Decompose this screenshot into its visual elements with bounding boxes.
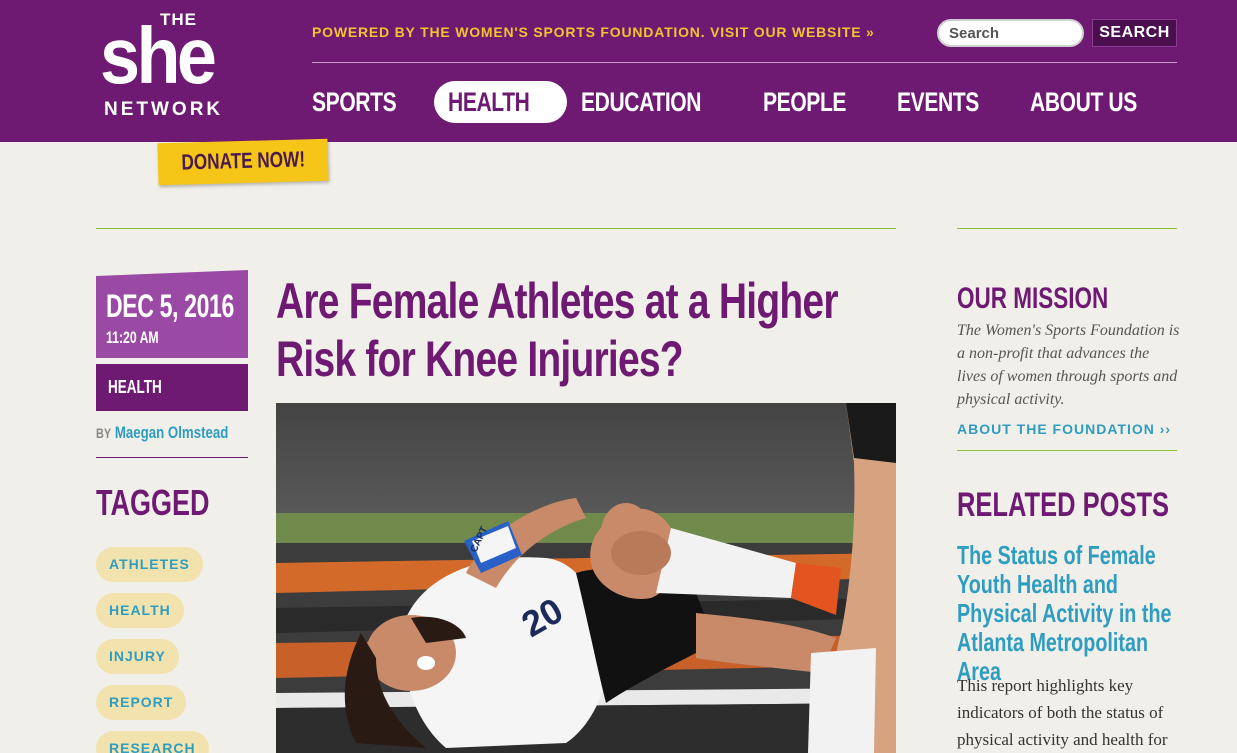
category-badge[interactable]: HEALTH	[96, 364, 248, 411]
donate-label: DONATE NOW!	[180, 146, 306, 175]
article-title: Are Female Athletes at a Higher Risk for…	[276, 273, 839, 387]
mission-text: The Women's Sports Foundation is a non-p…	[957, 322, 1180, 408]
main-nav: SPORTS HEALTH EDUCATION PEOPLE EVENTS AB…	[298, 80, 1181, 124]
post-time: 11:20 AM	[106, 328, 159, 347]
nav-about-us-label: ABOUT US	[1030, 87, 1137, 117]
nav-education-label: EDUCATION	[580, 87, 702, 117]
tagged-heading: TAGGED	[96, 482, 210, 523]
post-date: DEC 5, 2016	[106, 288, 234, 324]
related-post-title[interactable]: The Status of Female Youth Health and Ph…	[957, 541, 1177, 686]
tag-injury[interactable]: INJURY	[96, 639, 179, 674]
tag-athletes[interactable]: ATHLETES	[96, 547, 203, 582]
article-hero-image: 20 CAPT	[276, 403, 896, 753]
nav-events-label: EVENTS	[897, 87, 979, 117]
mission-heading: OUR MISSION	[957, 282, 1109, 315]
related-post-excerpt: This report highlights key indicators of…	[957, 676, 1168, 749]
powered-by-link[interactable]: POWERED BY THE WOMEN'S SPORTS FOUNDATION…	[312, 24, 875, 40]
category-label: HEALTH	[108, 377, 162, 397]
sidebar-divider	[957, 450, 1177, 451]
sidebar-divider-top	[957, 228, 1177, 229]
search-input[interactable]	[937, 19, 1084, 47]
nav-health[interactable]: HEALTH	[434, 81, 567, 123]
related-posts-heading: RELATED POSTS	[957, 486, 1170, 524]
nav-about-us[interactable]: ABOUT US	[1016, 81, 1181, 123]
site-logo[interactable]: THE she NETWORK	[100, 8, 225, 128]
header-divider	[312, 62, 1177, 63]
nav-events[interactable]: EVENTS	[883, 81, 1016, 123]
author-link[interactable]: Maegan Olmstead	[115, 423, 228, 442]
donate-button[interactable]: DONATE NOW!	[157, 138, 329, 186]
tag-report[interactable]: REPORT	[96, 685, 187, 720]
byline: BY Maegan Olmstead	[96, 423, 266, 443]
nav-sports-label: SPORTS	[312, 87, 397, 117]
nav-sports[interactable]: SPORTS	[298, 81, 434, 123]
logo-network: NETWORK	[104, 99, 224, 120]
nav-people[interactable]: PEOPLE	[749, 81, 884, 123]
nav-health-label: HEALTH	[448, 87, 530, 117]
date-box: DEC 5, 2016 11:20 AM	[96, 270, 248, 358]
tag-research[interactable]: RESEARCH	[96, 731, 209, 753]
about-foundation-link[interactable]: ABOUT THE FOUNDATION ››	[957, 421, 1171, 437]
byline-by: BY	[96, 425, 112, 441]
nav-education[interactable]: EDUCATION	[567, 81, 749, 123]
content-divider	[96, 228, 896, 229]
byline-divider	[96, 457, 248, 458]
logo-she: she	[100, 11, 217, 100]
nav-people-label: PEOPLE	[762, 87, 846, 117]
tag-health[interactable]: HEALTH	[96, 593, 184, 628]
site-header: THE she NETWORK POWERED BY THE WOMEN'S S…	[0, 0, 1237, 142]
hero-photo-illustration: 20 CAPT	[276, 403, 896, 753]
search-button[interactable]: SEARCH	[1092, 19, 1177, 47]
